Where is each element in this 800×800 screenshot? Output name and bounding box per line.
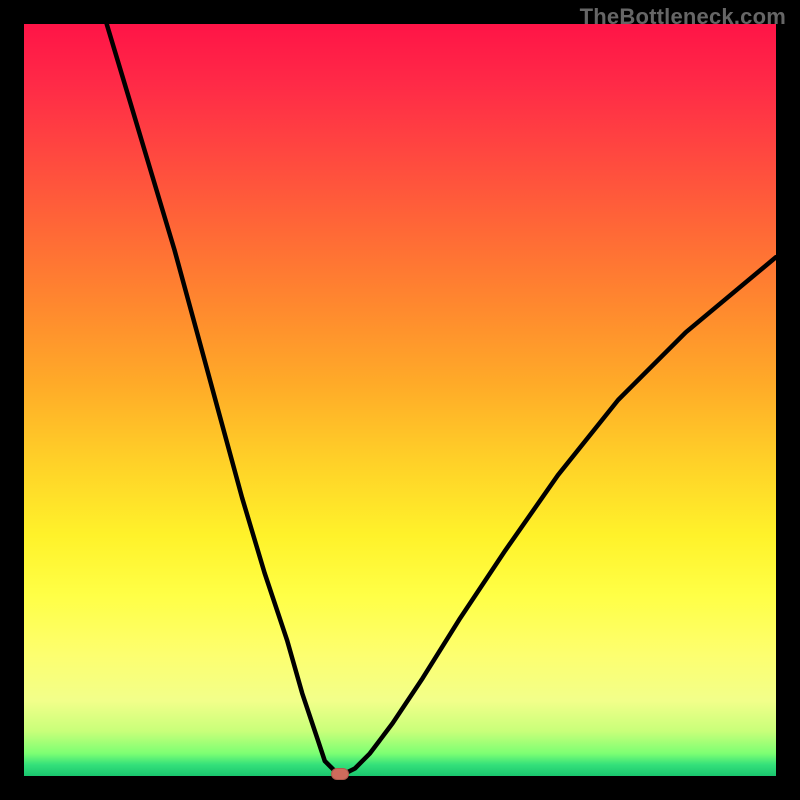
plot-area: [24, 24, 776, 776]
bottleneck-curve: [24, 24, 776, 776]
curve-left-branch: [107, 24, 340, 776]
curve-right-branch: [340, 257, 776, 776]
chart-frame: TheBottleneck.com: [0, 0, 800, 800]
minimum-marker: [331, 768, 349, 780]
